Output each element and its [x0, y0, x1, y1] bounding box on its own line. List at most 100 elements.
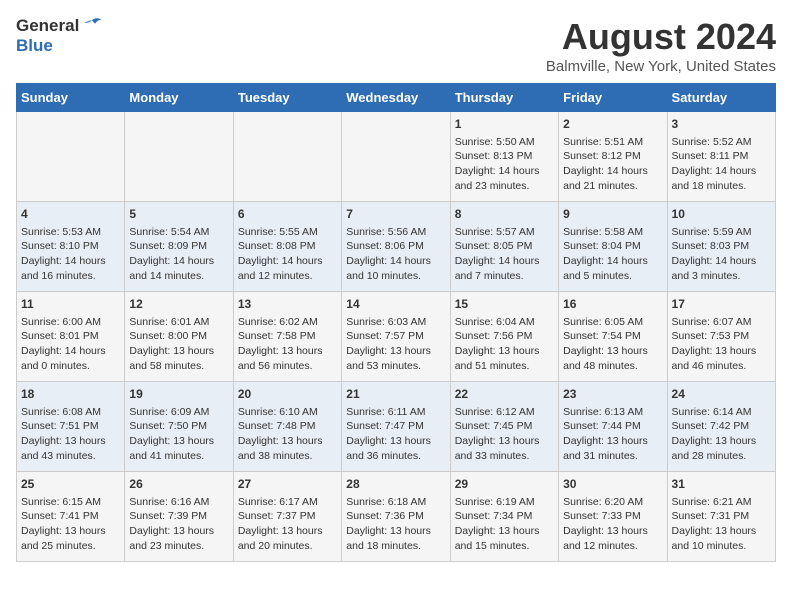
day-header-sunday: Sunday [17, 84, 125, 112]
day-number: 8 [455, 206, 554, 223]
day-info: and 25 minutes. [21, 539, 120, 554]
day-info: Daylight: 13 hours [672, 344, 771, 359]
day-info: and 33 minutes. [455, 449, 554, 464]
day-info: Sunset: 7:37 PM [238, 509, 337, 524]
day-info: Sunset: 7:58 PM [238, 329, 337, 344]
day-info: Sunrise: 6:14 AM [672, 405, 771, 420]
day-info: Daylight: 13 hours [563, 434, 662, 449]
day-info: and 10 minutes. [346, 269, 445, 284]
calendar-cell: 16Sunrise: 6:05 AMSunset: 7:54 PMDayligh… [559, 292, 667, 382]
logo-bird-icon [81, 17, 103, 35]
day-info: Sunset: 7:39 PM [129, 509, 228, 524]
day-info: Sunset: 8:11 PM [672, 149, 771, 164]
week-row-5: 25Sunrise: 6:15 AMSunset: 7:41 PMDayligh… [17, 472, 776, 562]
calendar-cell: 4Sunrise: 5:53 AMSunset: 8:10 PMDaylight… [17, 202, 125, 292]
day-info: Sunset: 7:57 PM [346, 329, 445, 344]
day-number: 26 [129, 476, 228, 493]
day-info: Sunrise: 5:59 AM [672, 225, 771, 240]
day-info: Sunrise: 5:56 AM [346, 225, 445, 240]
calendar-cell: 23Sunrise: 6:13 AMSunset: 7:44 PMDayligh… [559, 382, 667, 472]
calendar-cell: 24Sunrise: 6:14 AMSunset: 7:42 PMDayligh… [667, 382, 775, 472]
day-info: and 53 minutes. [346, 359, 445, 374]
calendar-cell [17, 112, 125, 202]
day-info: Daylight: 13 hours [672, 434, 771, 449]
calendar-header-row: SundayMondayTuesdayWednesdayThursdayFrid… [17, 84, 776, 112]
day-info: and 12 minutes. [563, 539, 662, 554]
month-title: August 2024 [546, 16, 776, 58]
calendar-cell: 28Sunrise: 6:18 AMSunset: 7:36 PMDayligh… [342, 472, 450, 562]
calendar-cell: 19Sunrise: 6:09 AMSunset: 7:50 PMDayligh… [125, 382, 233, 472]
day-number: 7 [346, 206, 445, 223]
day-info: Sunset: 7:51 PM [21, 419, 120, 434]
calendar-cell: 8Sunrise: 5:57 AMSunset: 8:05 PMDaylight… [450, 202, 558, 292]
day-info: Daylight: 13 hours [129, 434, 228, 449]
calendar-cell: 6Sunrise: 5:55 AMSunset: 8:08 PMDaylight… [233, 202, 341, 292]
day-number: 17 [672, 296, 771, 313]
week-row-3: 11Sunrise: 6:00 AMSunset: 8:01 PMDayligh… [17, 292, 776, 382]
day-number: 31 [672, 476, 771, 493]
day-info: Sunset: 7:48 PM [238, 419, 337, 434]
day-info: Sunset: 7:34 PM [455, 509, 554, 524]
day-info: and 23 minutes. [129, 539, 228, 554]
day-info: and 46 minutes. [672, 359, 771, 374]
day-info: and 28 minutes. [672, 449, 771, 464]
day-info: Sunset: 7:45 PM [455, 419, 554, 434]
day-info: and 48 minutes. [563, 359, 662, 374]
day-info: Sunset: 7:33 PM [563, 509, 662, 524]
calendar-cell: 12Sunrise: 6:01 AMSunset: 8:00 PMDayligh… [125, 292, 233, 382]
page-header: General Blue August 2024 Balmville, New … [16, 16, 776, 75]
day-number: 5 [129, 206, 228, 223]
day-info: Sunset: 8:12 PM [563, 149, 662, 164]
day-header-tuesday: Tuesday [233, 84, 341, 112]
day-number: 9 [563, 206, 662, 223]
day-info: Sunrise: 5:58 AM [563, 225, 662, 240]
day-header-thursday: Thursday [450, 84, 558, 112]
day-info: Sunset: 8:05 PM [455, 239, 554, 254]
day-number: 21 [346, 386, 445, 403]
day-number: 18 [21, 386, 120, 403]
day-info: Sunrise: 6:01 AM [129, 315, 228, 330]
day-info: and 16 minutes. [21, 269, 120, 284]
day-info: Daylight: 13 hours [455, 434, 554, 449]
day-info: Sunrise: 6:09 AM [129, 405, 228, 420]
calendar-cell: 31Sunrise: 6:21 AMSunset: 7:31 PMDayligh… [667, 472, 775, 562]
calendar-cell: 10Sunrise: 5:59 AMSunset: 8:03 PMDayligh… [667, 202, 775, 292]
day-info: Daylight: 13 hours [346, 344, 445, 359]
day-info: Daylight: 13 hours [346, 434, 445, 449]
day-info: and 10 minutes. [672, 539, 771, 554]
day-info: Sunrise: 5:57 AM [455, 225, 554, 240]
day-info: and 0 minutes. [21, 359, 120, 374]
day-info: and 43 minutes. [21, 449, 120, 464]
day-info: and 15 minutes. [455, 539, 554, 554]
calendar-cell: 21Sunrise: 6:11 AMSunset: 7:47 PMDayligh… [342, 382, 450, 472]
logo: General Blue [16, 16, 103, 56]
calendar-cell: 5Sunrise: 5:54 AMSunset: 8:09 PMDaylight… [125, 202, 233, 292]
calendar-cell [125, 112, 233, 202]
day-info: Sunset: 8:04 PM [563, 239, 662, 254]
day-info: Daylight: 13 hours [129, 344, 228, 359]
calendar-cell: 22Sunrise: 6:12 AMSunset: 7:45 PMDayligh… [450, 382, 558, 472]
day-info: Daylight: 13 hours [455, 344, 554, 359]
day-info: Sunset: 8:03 PM [672, 239, 771, 254]
day-info: Sunrise: 6:07 AM [672, 315, 771, 330]
calendar-cell: 1Sunrise: 5:50 AMSunset: 8:13 PMDaylight… [450, 112, 558, 202]
day-header-saturday: Saturday [667, 84, 775, 112]
location: Balmville, New York, United States [546, 58, 776, 75]
day-number: 11 [21, 296, 120, 313]
day-info: and 41 minutes. [129, 449, 228, 464]
day-header-monday: Monday [125, 84, 233, 112]
day-info: Sunset: 8:08 PM [238, 239, 337, 254]
day-number: 16 [563, 296, 662, 313]
calendar-cell: 15Sunrise: 6:04 AMSunset: 7:56 PMDayligh… [450, 292, 558, 382]
day-info: and 51 minutes. [455, 359, 554, 374]
day-info: Daylight: 13 hours [238, 434, 337, 449]
day-info: and 20 minutes. [238, 539, 337, 554]
day-number: 23 [563, 386, 662, 403]
day-info: Sunrise: 5:50 AM [455, 135, 554, 150]
day-info: Sunset: 7:47 PM [346, 419, 445, 434]
calendar-cell: 3Sunrise: 5:52 AMSunset: 8:11 PMDaylight… [667, 112, 775, 202]
day-info: and 21 minutes. [563, 179, 662, 194]
day-info: and 3 minutes. [672, 269, 771, 284]
day-info: Sunrise: 6:04 AM [455, 315, 554, 330]
calendar-cell [342, 112, 450, 202]
